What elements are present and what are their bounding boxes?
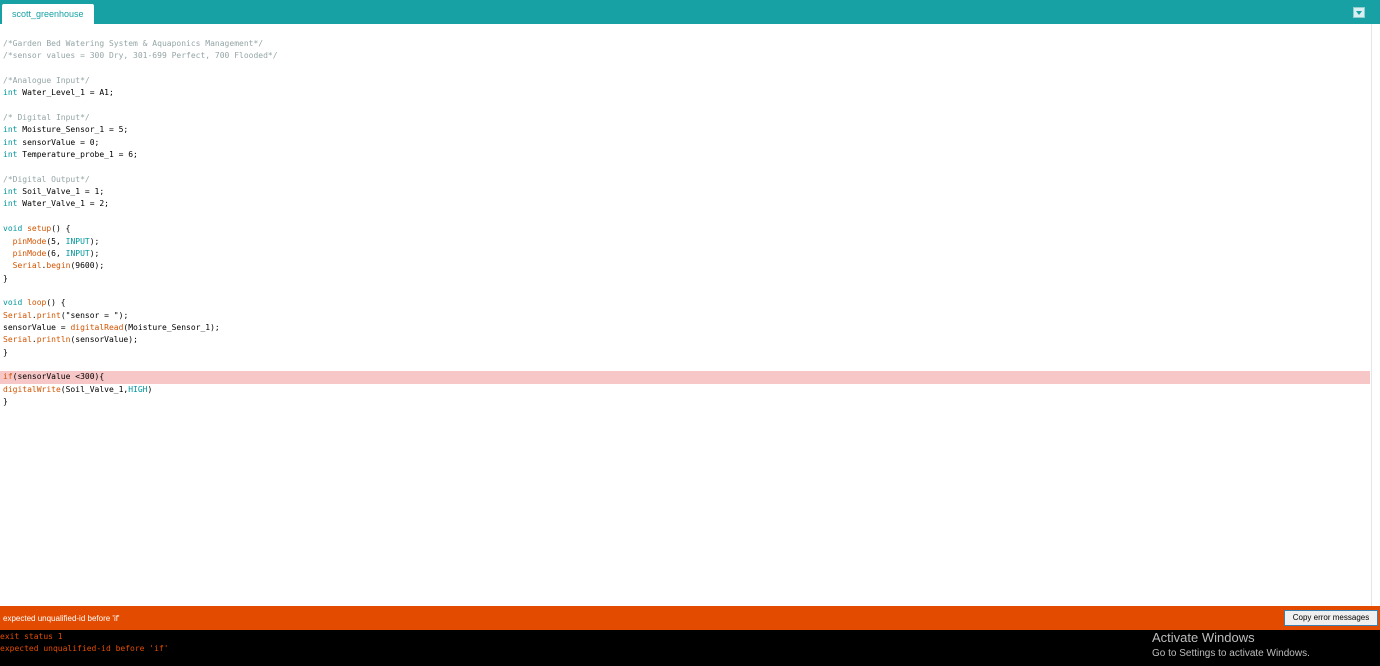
activate-windows-subtitle: Go to Settings to activate Windows. (1152, 648, 1310, 659)
tab-scott-greenhouse[interactable]: scott_greenhouse (2, 4, 94, 24)
error-status-bar: expected unqualified-id before 'if' Copy… (0, 606, 1380, 630)
console-line: expected unqualified-id before 'if' (0, 644, 169, 653)
code-line: digitalWrite(Soil_Valve_1,HIGH) (3, 384, 153, 394)
tab-bar: scott_greenhouse (0, 0, 1380, 24)
code-line: int sensorValue = 0; (3, 137, 100, 147)
tab-menu-button[interactable] (1353, 7, 1365, 18)
code-line: /*Analogue Input*/ (3, 76, 90, 86)
code-line: void loop() { (3, 298, 66, 308)
code-editor[interactable]: /*Garden Bed Watering System & Aquaponic… (0, 24, 1370, 606)
editor-scrollbar[interactable] (1371, 24, 1380, 606)
code-line: /*Digital Output*/ (3, 174, 90, 184)
code-line: } (3, 347, 8, 357)
code-line: int Water_Level_1 = A1; (3, 88, 114, 98)
code-line: /* Digital Input*/ (3, 113, 90, 123)
error-message: expected unqualified-id before 'if' (3, 614, 120, 623)
code-line-error: if(sensorValue <300){ (0, 371, 1370, 384)
code-line: /*Garden Bed Watering System & Aquaponic… (3, 39, 264, 48)
activate-windows-title: Activate Windows (1152, 630, 1255, 645)
console-line: exit status 1 (0, 632, 63, 641)
code-line: int Temperature_probe_1 = 6; (3, 150, 138, 160)
code-line: Serial.println(sensorValue); (3, 335, 138, 345)
code-line: int Water_Valve_1 = 2; (3, 199, 109, 209)
code-line: pinMode(6, INPUT); (12, 248, 100, 258)
code-line: int Soil_Valve_1 = 1; (3, 187, 105, 197)
code-line: } (3, 396, 8, 406)
copy-error-messages-button[interactable]: Copy error messages (1284, 610, 1378, 626)
code-line: int Moisture_Sensor_1 = 5; (3, 125, 129, 135)
code-area[interactable]: /*Garden Bed Watering System & Aquaponic… (0, 38, 1370, 408)
code-line: sensorValue = digitalRead(Moisture_Senso… (3, 322, 220, 332)
code-line: } (3, 273, 8, 283)
code-line: Serial.begin(9600); (12, 261, 105, 271)
code-line: Serial.print("sensor = "); (3, 310, 129, 320)
code-line: void setup() { (3, 224, 71, 234)
code-line: /*sensor values = 300 Dry, 301-699 Perfe… (3, 51, 278, 61)
code-line: pinMode(5, INPUT); (12, 236, 100, 246)
chevron-down-icon (1356, 11, 1362, 15)
